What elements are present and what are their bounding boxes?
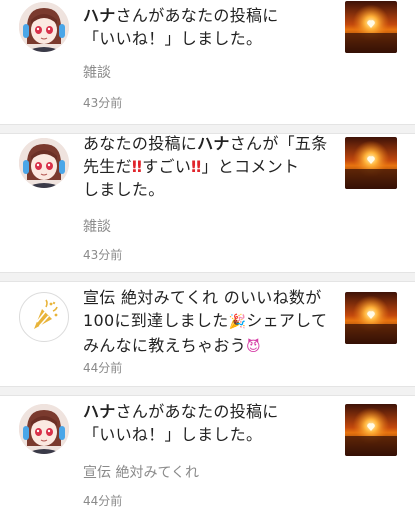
avatar[interactable] bbox=[19, 138, 69, 188]
anime-avatar-icon bbox=[19, 404, 69, 454]
timestamp: 44分前 bbox=[83, 361, 123, 375]
avatar[interactable] bbox=[19, 404, 69, 454]
party-popper-icon bbox=[34, 299, 58, 329]
message-text-line2: 「いいね！」しました。 bbox=[83, 425, 263, 444]
avatar[interactable] bbox=[19, 2, 69, 52]
smiling-devil-icon: 😈 bbox=[246, 339, 261, 355]
user-name[interactable]: ハナ bbox=[83, 6, 116, 25]
message-text-line2: 「いいね！」しました。 bbox=[83, 29, 263, 48]
milestone-text-line1: 宣伝 絶対みてくれ のいいね数が bbox=[83, 288, 322, 307]
notification-item-comment[interactable]: あなたの投稿にハナさんが「五条 先生だ‼すごい‼」とコメント しました。 雑談 … bbox=[0, 134, 415, 272]
notification-item-like-1[interactable]: ハナさんがあなたの投稿に 「いいね！」しました。 雑談 43分前 bbox=[0, 0, 415, 124]
notification-feed: ハナさんがあなたの投稿に 「いいね！」しました。 雑談 43分前 あなたの投稿に… bbox=[0, 0, 415, 512]
promo-avatar[interactable] bbox=[19, 292, 69, 342]
party-emoji-icon: 🎉 bbox=[228, 314, 247, 330]
message-text: さんがあなたの投稿に bbox=[115, 6, 279, 25]
message-prefix: あなたの投稿に bbox=[83, 134, 198, 153]
message-text: さんが「五条 bbox=[229, 134, 328, 153]
post-thumbnail[interactable] bbox=[345, 137, 397, 189]
post-tag: 宣伝 絶対みてくれ bbox=[83, 465, 200, 481]
milestone-text-line2a: 100に到達しました bbox=[83, 311, 229, 330]
comment-text-a: 先生だ bbox=[83, 157, 132, 176]
anime-avatar-icon bbox=[19, 138, 69, 188]
timestamp: 43分前 bbox=[83, 248, 123, 262]
post-tag: 雑談 bbox=[83, 219, 111, 235]
post-thumbnail[interactable] bbox=[345, 292, 397, 344]
sunset-thumbnail bbox=[345, 1, 397, 53]
milestone-text-line2b: シェアして bbox=[246, 311, 328, 330]
message-text: さんがあなたの投稿に bbox=[115, 402, 279, 421]
divider bbox=[0, 272, 415, 282]
user-name[interactable]: ハナ bbox=[197, 134, 230, 153]
comment-text-b: すごい bbox=[142, 157, 192, 176]
sunset-thumbnail bbox=[345, 137, 397, 189]
anime-avatar-icon bbox=[19, 2, 69, 52]
sunset-thumbnail bbox=[345, 292, 397, 344]
milestone-text-line3: みんなに教えちゃおう bbox=[83, 336, 247, 355]
comment-text-c: 」とコメント bbox=[201, 157, 300, 176]
timestamp: 43分前 bbox=[83, 96, 123, 110]
sunset-thumbnail bbox=[345, 404, 397, 456]
notification-text: 宣伝 絶対みてくれ のいいね数が 100に到達しました🎉シェアして みんなに教え… bbox=[83, 286, 328, 359]
notification-text: あなたの投稿にハナさんが「五条 先生だ‼すごい‼」とコメント しました。 bbox=[83, 132, 328, 201]
double-exclamation-icon: ‼ bbox=[131, 157, 143, 176]
notification-item-like-2[interactable]: ハナさんがあなたの投稿に 「いいね！」しました。 宣伝 絶対みてくれ 44分前 bbox=[0, 396, 415, 512]
user-name[interactable]: ハナ bbox=[83, 402, 116, 421]
divider bbox=[0, 386, 415, 396]
message-text-line3: しました。 bbox=[83, 180, 165, 199]
post-thumbnail[interactable] bbox=[345, 1, 397, 53]
notification-text: ハナさんがあなたの投稿に 「いいね！」しました。 bbox=[83, 4, 328, 50]
post-tag: 雑談 bbox=[83, 65, 111, 81]
notification-text: ハナさんがあなたの投稿に 「いいね！」しました。 bbox=[83, 400, 328, 446]
double-exclamation-icon: ‼ bbox=[191, 157, 202, 176]
notification-item-milestone[interactable]: 宣伝 絶対みてくれ のいいね数が 100に到達しました🎉シェアして みんなに教え… bbox=[0, 282, 415, 386]
timestamp: 44分前 bbox=[83, 494, 123, 508]
post-thumbnail[interactable] bbox=[345, 404, 397, 456]
